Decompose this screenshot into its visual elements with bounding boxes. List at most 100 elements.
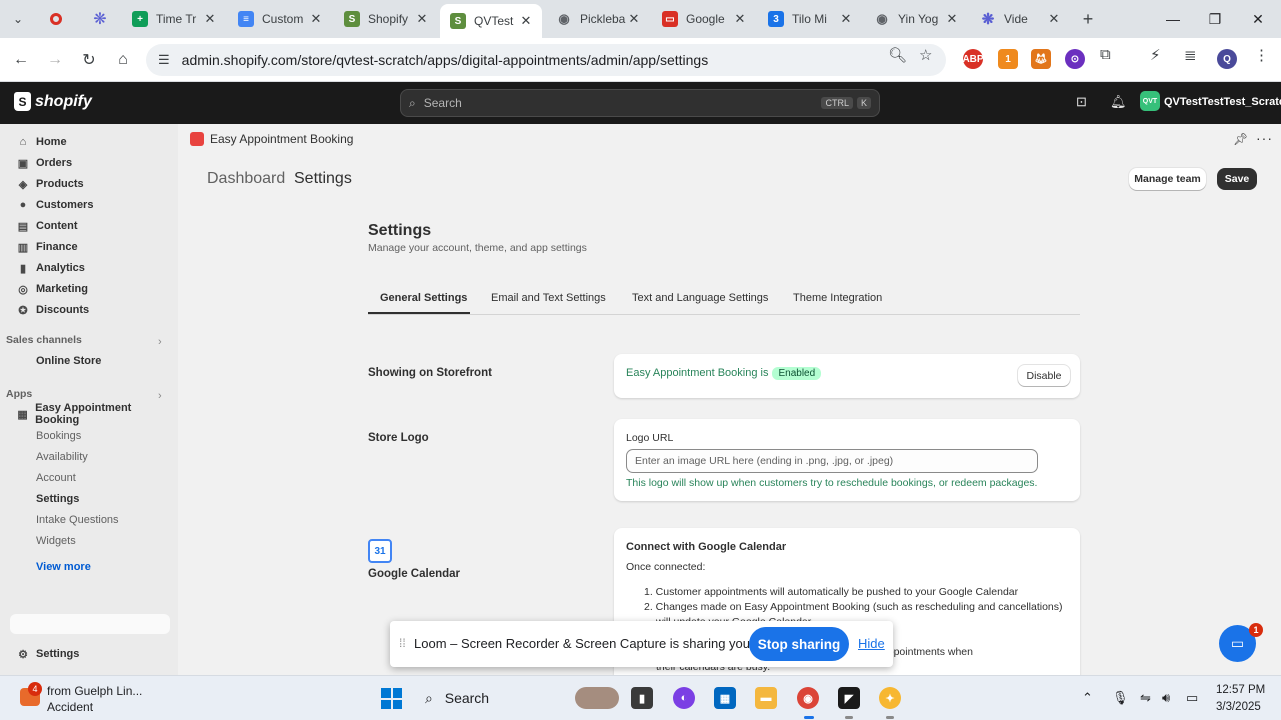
battery-icon[interactable]: ▭	[1186, 690, 1198, 706]
close-icon[interactable]: ✕	[838, 11, 854, 27]
sidebar-item-analytics[interactable]: ▮ Analytics	[0, 258, 170, 278]
tab-general-settings[interactable]: General Settings	[380, 292, 467, 304]
search-highlight-hippo-icon[interactable]	[575, 687, 619, 709]
tab-video[interactable]: ❋ Vide ✕	[970, 4, 1070, 34]
new-tab-plus-icon[interactable]: +	[1076, 8, 1100, 30]
network-icon[interactable]: ⇋	[1140, 690, 1151, 706]
pin-icon[interactable]: 📌︎	[1233, 132, 1248, 146]
store-name[interactable]: QVTestTestTest_Scratch	[1164, 96, 1281, 108]
chevron-right-icon[interactable]: ›	[158, 336, 162, 348]
sidebar-subitem-bookings[interactable]: Bookings	[36, 430, 81, 442]
store-avatar[interactable]: QVT	[1140, 91, 1160, 111]
chrome-icon[interactable]: ◉	[797, 687, 819, 709]
view-more-link[interactable]: View more	[36, 561, 91, 573]
close-icon[interactable]: ✕	[308, 11, 324, 27]
terminal-app-icon[interactable]: ◤	[838, 687, 860, 709]
zoom-icon[interactable]: 🔍︎	[888, 46, 907, 64]
tab-email-text-settings[interactable]: Email and Text Settings	[491, 292, 606, 304]
apps-heading[interactable]: Apps	[6, 388, 32, 400]
save-button[interactable]: Save	[1217, 168, 1257, 190]
microphone-icon[interactable]: 🎙︎	[1112, 690, 1129, 706]
performance-icon[interactable]: ⚡︎	[1150, 46, 1161, 64]
close-icon[interactable]: ✕	[1046, 11, 1062, 27]
more-options-icon[interactable]: ···	[1256, 130, 1273, 146]
reload-icon[interactable]: ↻	[76, 48, 102, 72]
site-info-icon[interactable]: ☰	[158, 52, 170, 68]
widget-title[interactable]: from Guelph Lin...	[47, 684, 142, 698]
chrome-menu-icon[interactable]: ⋮	[1254, 46, 1269, 64]
notification-bell-icon[interactable]: 🔔︎	[1110, 94, 1127, 110]
shopify-logo[interactable]: S shopify	[14, 92, 92, 111]
breadcrumb-settings[interactable]: Settings	[294, 170, 352, 188]
sidebar-subitem-intake-questions[interactable]: Intake Questions	[36, 514, 119, 526]
tab-yin-yoga[interactable]: ◉ Yin Yog ✕	[864, 4, 968, 34]
volume-icon[interactable]: 🔊︎	[1162, 690, 1170, 706]
tab-shopify[interactable]: S Shopify ✕	[334, 4, 438, 34]
clock-time[interactable]: 12:57 PM	[1216, 684, 1265, 696]
close-icon[interactable]: ✕	[414, 11, 430, 27]
widget-subtitle[interactable]: Accident	[47, 700, 93, 714]
close-icon[interactable]: ✕	[518, 13, 534, 29]
close-icon[interactable]: ✕	[626, 11, 642, 27]
forward-arrow-icon[interactable]: →	[42, 48, 68, 72]
tab-time-tracker[interactable]: + Time Tr ✕	[122, 4, 226, 34]
windows-start-icon[interactable]	[381, 688, 402, 709]
logo-url-input[interactable]	[626, 449, 1038, 473]
tab-tilo[interactable]: 3 Tilo Mi ✕	[758, 4, 862, 34]
sidebar-subitem-settings[interactable]: Settings	[36, 493, 79, 505]
close-icon[interactable]: ✕	[202, 11, 218, 27]
home-icon[interactable]: ⌂	[110, 48, 136, 72]
tab-theme-integration[interactable]: Theme Integration	[793, 292, 882, 304]
bookmark-star-icon[interactable]: ☆	[919, 46, 932, 64]
sidebar-subitem-account[interactable]: Account	[36, 472, 76, 484]
adblock-extension-icon[interactable]: ABP	[962, 49, 984, 69]
media-controls-icon[interactable]: ≣	[1184, 46, 1197, 64]
sidebar-item-home[interactable]: ⌂ Home	[0, 132, 170, 152]
sidebar-item-discounts[interactable]: ✪ Discounts	[0, 300, 170, 320]
file-explorer-icon[interactable]: ▬	[755, 687, 777, 709]
extensions-puzzle-icon[interactable]: ⧉	[1100, 46, 1111, 63]
sidebar-item-online-store[interactable]: Online Store	[0, 351, 170, 371]
drag-handle-icon[interactable]: ⁞⁞	[399, 636, 406, 650]
record-icon[interactable]	[44, 8, 68, 30]
close-icon[interactable]: ✕	[732, 11, 748, 27]
window-close-icon[interactable]: ✕	[1238, 6, 1278, 32]
restore-icon[interactable]: ❐	[1195, 6, 1235, 32]
task-view-icon[interactable]: ▮	[631, 687, 653, 709]
stop-sharing-button[interactable]: Stop sharing	[749, 627, 849, 661]
tab-qvtest-active[interactable]: S QVTest ✕	[440, 4, 542, 38]
tray-chevron-up-icon[interactable]: ⌃	[1082, 690, 1093, 706]
profile-avatar[interactable]: Q	[1217, 49, 1237, 69]
back-arrow-icon[interactable]: ←	[8, 48, 34, 72]
sidebar-item-customers[interactable]: ● Customers	[0, 195, 170, 215]
purple-extension-icon[interactable]: ⊙	[1065, 49, 1085, 69]
metamask-fox-icon[interactable]: 🦊︎	[1031, 49, 1051, 69]
clock-date[interactable]: 3/3/2025	[1216, 701, 1261, 713]
sidebar-item-products[interactable]: ◈ Products	[0, 174, 170, 194]
sales-channels-heading[interactable]: Sales channels	[6, 334, 82, 346]
microsoft-store-icon[interactable]: ▦	[714, 687, 736, 709]
shopify-search-bar[interactable]: ⌕ Search CTRL K	[400, 89, 880, 117]
hide-link[interactable]: Hide	[858, 636, 885, 651]
minimize-icon[interactable]: —	[1153, 6, 1193, 32]
sidebar-item-easy-appointment-booking[interactable]: ▦ Easy Appointment Booking	[0, 402, 170, 426]
tab-pickleball[interactable]: ◉ Pickleba ✕	[546, 4, 650, 34]
tab-text-language-settings[interactable]: Text and Language Settings	[632, 292, 768, 304]
tab-search-chevron-icon[interactable]: ⌄	[6, 8, 30, 30]
url-text[interactable]: admin.shopify.com/store/qvtest-scratch/a…	[182, 52, 709, 68]
breadcrumb-dashboard[interactable]: Dashboard	[207, 170, 285, 188]
tab-google[interactable]: ▭ Google ✕	[652, 4, 756, 34]
sidebar-subitem-widgets[interactable]: Widgets	[36, 535, 76, 547]
sidebar-item-marketing[interactable]: ◎ Marketing	[0, 279, 170, 299]
copilot-icon[interactable]: ◐	[673, 687, 695, 709]
extension-badge-icon[interactable]: 1	[998, 49, 1018, 69]
sidebar-item-content[interactable]: ▤ Content	[0, 216, 170, 236]
manage-team-button[interactable]: Manage team	[1129, 168, 1206, 190]
chevron-right-icon[interactable]: ›	[158, 390, 162, 402]
tab-custom[interactable]: ≡ Custom ✕	[228, 4, 332, 34]
sidebar-item-settings[interactable]: ⚙︎ Settings	[0, 644, 170, 664]
taskbar-search[interactable]: ⌕ Search	[425, 690, 489, 707]
pinned-asterisk-icon[interactable]: ❋	[88, 8, 112, 30]
disable-button[interactable]: Disable	[1018, 365, 1070, 386]
yellow-app-icon[interactable]: ✦	[879, 687, 901, 709]
